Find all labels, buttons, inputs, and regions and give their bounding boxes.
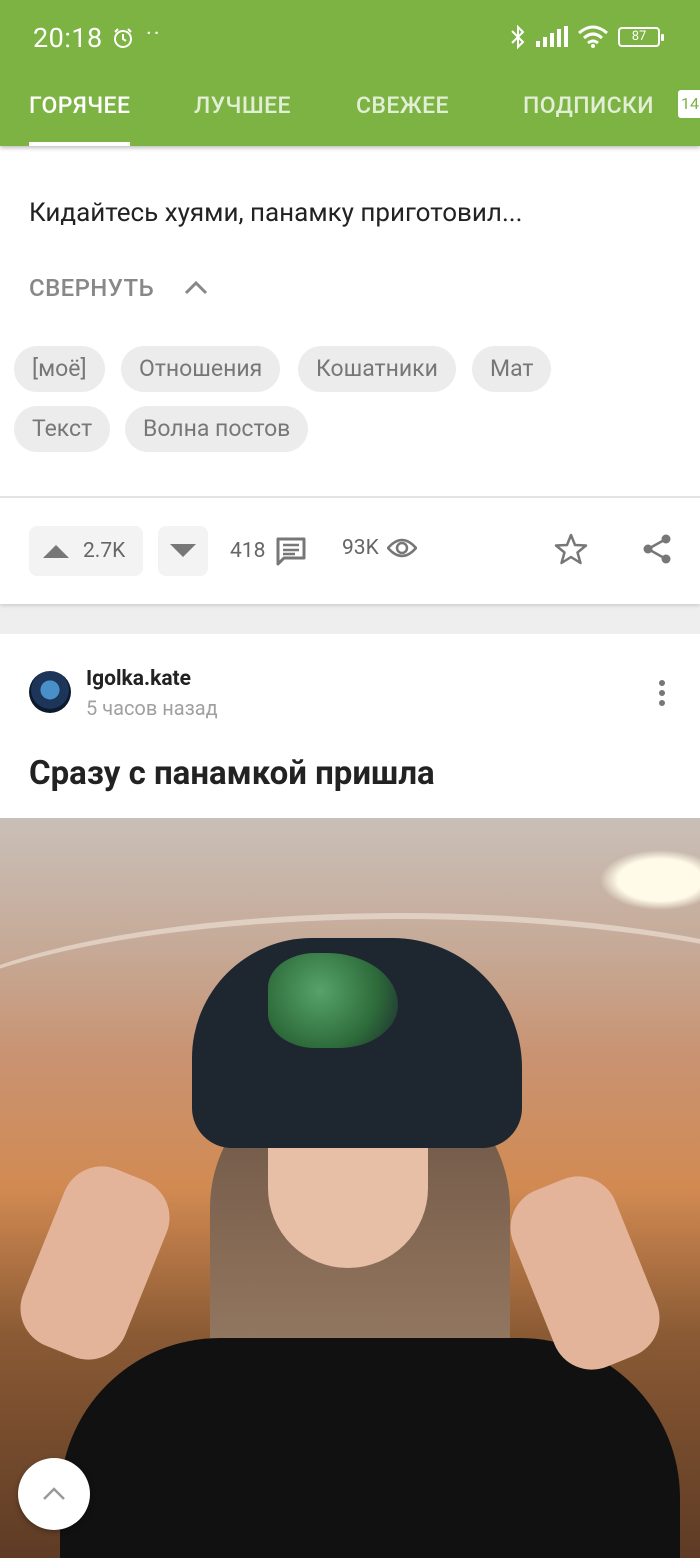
- views-count: 93K: [342, 536, 379, 560]
- more-vertical-icon: [659, 680, 665, 706]
- favorite-button[interactable]: [554, 532, 588, 570]
- comment-icon: [276, 537, 306, 566]
- battery-level: 87: [631, 29, 647, 44]
- post-actions: 2.7K 418 93K: [0, 526, 700, 578]
- tag-chip[interactable]: Отношения: [121, 346, 281, 392]
- arrow-up-icon: [43, 545, 69, 558]
- more-options-button[interactable]: [652, 678, 672, 712]
- comments-count: 418: [230, 539, 266, 563]
- collapse-label: СВЕРНУТЬ: [29, 274, 155, 302]
- tag-chip[interactable]: Текст: [14, 406, 111, 452]
- post-title[interactable]: Сразу с панамкой пришла: [29, 754, 435, 793]
- star-icon: [554, 533, 588, 565]
- comments-button[interactable]: 418: [230, 536, 307, 566]
- subscriptions-count-badge: 14: [678, 90, 700, 118]
- eye-icon: [386, 538, 417, 558]
- post-card: Кидайтесь хуями, панамку приготовил... С…: [0, 146, 700, 604]
- upvote-button[interactable]: 2.7K: [29, 526, 143, 576]
- tab-hot[interactable]: ГОРЯЧЕЕ: [29, 78, 131, 146]
- clock: 20:18: [33, 22, 103, 54]
- post-time: 5 часов назад: [86, 696, 218, 720]
- tag-chip[interactable]: Мат: [472, 346, 552, 392]
- divider: [0, 496, 700, 498]
- share-button[interactable]: [640, 532, 674, 570]
- alarm-icon: [112, 27, 134, 53]
- author-name[interactable]: Igolka.kate: [86, 667, 191, 691]
- collapse-button[interactable]: СВЕРНУТЬ: [29, 274, 208, 302]
- signal-icon: [536, 26, 568, 47]
- scroll-to-top-button[interactable]: [18, 1458, 90, 1530]
- views-counter: 93K: [342, 536, 417, 560]
- tab-subscriptions[interactable]: ПОДПИСКИ: [523, 78, 654, 146]
- chevron-up-icon: [43, 1487, 65, 1500]
- tag-chip[interactable]: [моё]: [14, 346, 105, 392]
- feed-tabs: ГОРЯЧЕЕ ЛУЧШЕЕ СВЕЖЕЕ ПОДПИСКИ: [0, 78, 700, 146]
- tag-chip[interactable]: Волна постов: [125, 406, 309, 452]
- post-photo[interactable]: [0, 818, 700, 1558]
- notification-dots-icon: ··: [146, 22, 162, 47]
- share-icon: [643, 534, 671, 564]
- chevron-up-icon: [185, 280, 208, 295]
- tab-best[interactable]: ЛУЧШЕЕ: [194, 78, 291, 146]
- status-bar: 20:18 ·· 87: [0, 0, 700, 78]
- rating-value: 2.7K: [83, 539, 126, 563]
- downvote-button[interactable]: [158, 526, 208, 576]
- wifi-icon: [578, 25, 608, 48]
- tab-fresh[interactable]: СВЕЖЕЕ: [356, 78, 449, 146]
- bluetooth-icon: [511, 24, 525, 50]
- post-card: Igolka.kate 5 часов назад Сразу с панамк…: [0, 634, 700, 1558]
- arrow-down-icon: [170, 544, 196, 557]
- battery-icon: 87: [618, 27, 664, 47]
- post-body-text: Кидайтесь хуями, панамку приготовил...: [29, 198, 523, 228]
- tag-chip[interactable]: Кошатники: [298, 346, 456, 392]
- avatar[interactable]: [29, 671, 71, 713]
- app-header: 20:18 ·· 87 ГОРЯЧЕЕ ЛУЧШЕЕ СВЕЖЕЕ ПОДПИС…: [0, 0, 700, 146]
